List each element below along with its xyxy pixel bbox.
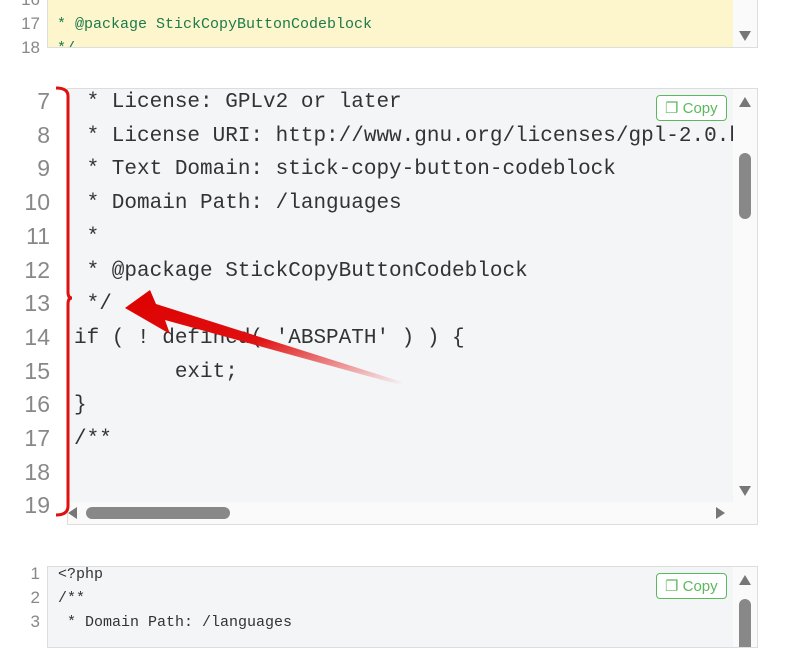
code-line: } xyxy=(74,394,87,418)
scroll-down-icon[interactable] xyxy=(739,31,751,41)
line-number: 12 xyxy=(24,256,50,283)
line-numbers: 16 17 18 xyxy=(0,0,40,60)
code-line: /** xyxy=(58,590,86,607)
code-area[interactable]: * * @package StickCopyButtonCodeblock */ xyxy=(47,0,758,48)
line-numbers: 7 8 9 10 11 12 13 14 15 16 17 18 19 xyxy=(0,85,50,523)
vertical-scrollbar[interactable] xyxy=(733,89,757,524)
scroll-down-icon[interactable] xyxy=(739,486,751,496)
vertical-scrollbar[interactable] xyxy=(733,0,757,47)
scroll-up-icon[interactable] xyxy=(739,97,751,107)
line-numbers: 1 2 3 xyxy=(0,562,40,634)
code-area[interactable]: * License: GPLv2 or later * License URI:… xyxy=(67,88,758,525)
scroll-left-icon[interactable] xyxy=(68,507,77,519)
line-number: 17 xyxy=(21,14,40,33)
line-number: 16 xyxy=(24,391,50,418)
code-line: * Domain Path: /languages xyxy=(58,614,293,631)
line-number: 18 xyxy=(24,458,50,485)
line-number: 1 xyxy=(30,564,40,583)
line-number: 13 xyxy=(24,290,50,317)
code-line: */ xyxy=(74,293,112,317)
horizontal-scroll-thumb[interactable] xyxy=(86,507,230,519)
line-number: 7 xyxy=(37,88,50,114)
line-number: 19 xyxy=(24,492,50,519)
line-number: 18 xyxy=(21,38,40,57)
code-line: * Domain Path: /languages xyxy=(74,192,402,216)
code-line: if ( ! defined( 'ABSPATH' ) ) { xyxy=(74,326,465,350)
copy-button[interactable]: ❐ Copy xyxy=(656,95,727,121)
line-number: 8 xyxy=(37,121,50,148)
code-line: * License URI: http://www.gnu.org/licens… xyxy=(74,124,758,148)
code-line: * xyxy=(74,225,100,249)
code-line: */ xyxy=(48,37,372,47)
code-line: /** xyxy=(74,428,112,452)
line-number: 3 xyxy=(30,612,40,631)
scroll-up-icon[interactable] xyxy=(739,575,751,585)
line-number: 16 xyxy=(0,0,40,12)
scroll-right-icon[interactable] xyxy=(716,507,725,519)
line-number: 10 xyxy=(24,189,50,216)
line-number: 14 xyxy=(24,323,50,350)
horizontal-scrollbar[interactable] xyxy=(68,502,733,524)
vertical-scrollbar[interactable] xyxy=(733,567,757,647)
vertical-scroll-thumb[interactable] xyxy=(739,599,751,647)
code-line: * xyxy=(48,0,67,9)
code-area[interactable]: <?php /** * Domain Path: /languages ❐ Co… xyxy=(47,566,758,648)
code-line: * Text Domain: stick-copy-button-codeblo… xyxy=(74,158,616,182)
line-number: 17 xyxy=(24,425,50,452)
code-line: * @package StickCopyButtonCodeblock xyxy=(48,16,373,33)
line-number: 9 xyxy=(37,155,50,182)
code-line: exit; xyxy=(74,360,238,384)
code-line: * @package StickCopyButtonCodeblock xyxy=(74,259,528,283)
line-number: 2 xyxy=(30,588,40,607)
line-number: 15 xyxy=(24,357,50,384)
vertical-scroll-thumb[interactable] xyxy=(739,153,751,219)
code-line: <?php xyxy=(58,566,104,583)
line-number: 11 xyxy=(26,222,50,249)
copy-button[interactable]: ❐ Copy xyxy=(656,573,727,599)
